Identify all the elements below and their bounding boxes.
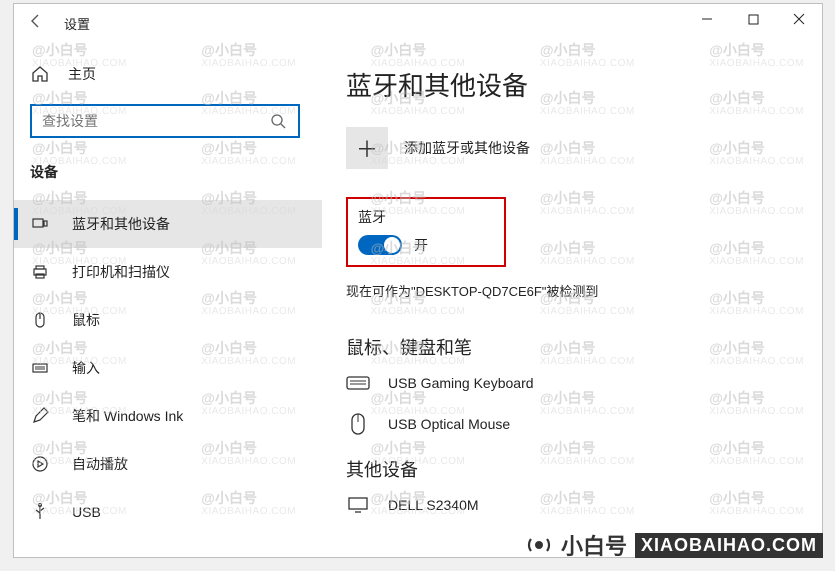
sidebar-item-label: USB	[72, 504, 101, 520]
sidebar-item-bluetooth[interactable]: 蓝牙和其他设备	[14, 200, 322, 248]
search-icon	[266, 113, 290, 129]
app-title: 设置	[64, 14, 90, 33]
close-button[interactable]	[776, 4, 822, 34]
settings-window: 设置 主页	[13, 3, 823, 558]
sidebar-item-label: 打印机和扫描仪	[72, 262, 170, 282]
autoplay-icon	[30, 454, 50, 474]
usb-icon	[30, 502, 50, 522]
brand-logo-cn: 小白号	[561, 529, 627, 561]
add-device-label: 添加蓝牙或其他设备	[404, 138, 530, 158]
device-label: DELL S2340M	[388, 497, 479, 513]
sidebar-item-mouse[interactable]: 鼠标	[14, 296, 322, 344]
device-row[interactable]: USB Gaming Keyboard	[346, 374, 798, 392]
sidebar-home[interactable]: 主页	[14, 60, 322, 94]
titlebar: 设置	[14, 4, 822, 38]
search-input-container[interactable]	[30, 104, 300, 138]
main-panel: 蓝牙和其他设备 ＋ 添加蓝牙或其他设备 蓝牙 开 现在可作为"DESKTOP-Q…	[322, 38, 822, 557]
brand-logo-en: XIAOBAIHAO.COM	[635, 533, 823, 558]
sidebar: 主页 设备 蓝牙和其他设备 打印机和扫描仪	[14, 38, 322, 557]
mouse-icon	[30, 310, 50, 330]
keyboard-icon	[30, 358, 50, 378]
bluetooth-toggle[interactable]	[358, 235, 402, 255]
pen-icon	[30, 406, 50, 426]
minimize-button[interactable]	[684, 4, 730, 34]
search-input[interactable]	[42, 113, 266, 129]
device-row[interactable]: DELL S2340M	[346, 496, 798, 514]
sidebar-item-autoplay[interactable]: 自动播放	[14, 440, 322, 488]
device-label: USB Gaming Keyboard	[388, 375, 534, 391]
sidebar-item-label: 自动播放	[72, 454, 128, 474]
maximize-button[interactable]	[730, 4, 776, 34]
discoverable-text: 现在可作为"DESKTOP-QD7CE6F"被检测到	[346, 281, 798, 300]
device-row[interactable]: USB Optical Mouse	[346, 412, 798, 436]
keyboard-device-icon	[346, 374, 370, 392]
bluetooth-section-label: 蓝牙	[358, 207, 494, 227]
plus-icon: ＋	[346, 127, 388, 169]
page-title: 蓝牙和其他设备	[346, 66, 798, 103]
sidebar-item-label: 笔和 Windows Ink	[72, 406, 183, 426]
section-mouse-keyboard: 鼠标、键盘和笔	[346, 334, 798, 360]
back-button[interactable]	[22, 7, 50, 35]
mouse-device-icon	[346, 412, 370, 436]
sidebar-item-label: 输入	[72, 358, 100, 378]
sidebar-home-label: 主页	[68, 64, 96, 84]
monitor-device-icon	[346, 496, 370, 514]
printer-icon	[30, 262, 50, 282]
sidebar-section-label: 设备	[14, 156, 322, 200]
sidebar-item-label: 蓝牙和其他设备	[72, 214, 170, 234]
sidebar-item-label: 鼠标	[72, 310, 100, 330]
sidebar-item-usb[interactable]: USB	[14, 488, 322, 536]
device-label: USB Optical Mouse	[388, 416, 510, 432]
add-device-row[interactable]: ＋ 添加蓝牙或其他设备	[346, 127, 798, 169]
section-other-devices: 其他设备	[346, 456, 798, 482]
devices-icon	[30, 214, 50, 234]
bluetooth-toggle-label: 开	[414, 235, 428, 255]
sidebar-item-pen[interactable]: 笔和 Windows Ink	[14, 392, 322, 440]
brand-logo: 小白号 XIAOBAIHAO.COM	[525, 529, 823, 561]
home-icon	[30, 64, 50, 84]
bluetooth-highlight-box: 蓝牙 开	[346, 197, 506, 267]
sidebar-item-printers[interactable]: 打印机和扫描仪	[14, 248, 322, 296]
sidebar-item-typing[interactable]: 输入	[14, 344, 322, 392]
